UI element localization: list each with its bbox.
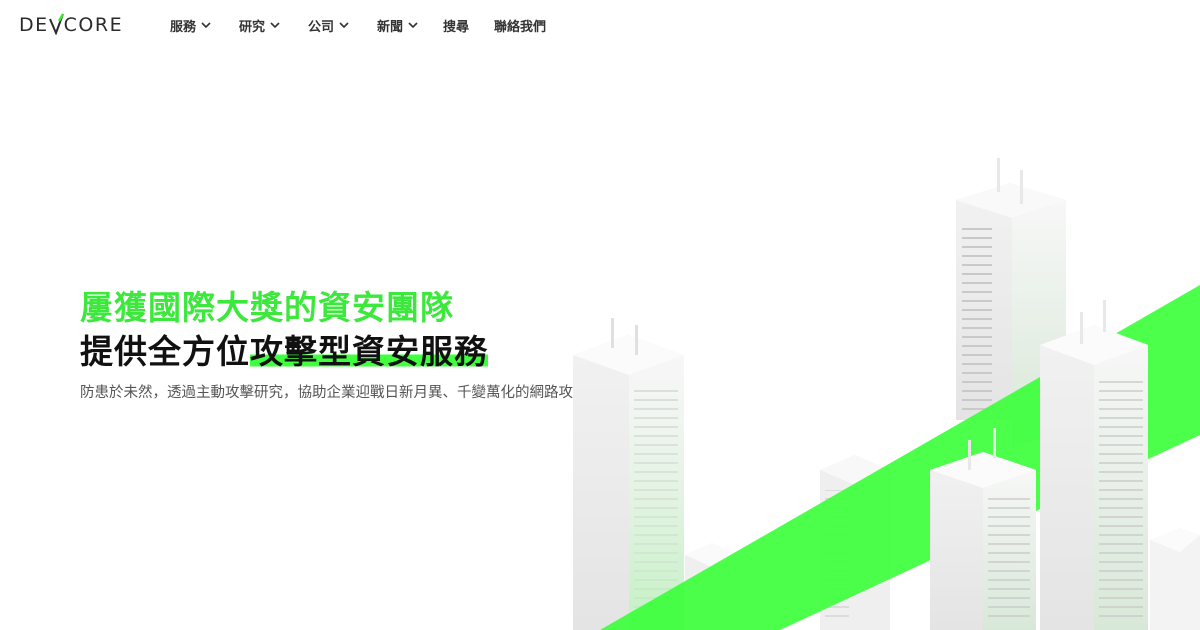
building-far-right [1150, 528, 1200, 630]
building-left [573, 318, 684, 630]
hero-title-line1: 屢獲國際大獎的資安團隊 [80, 288, 454, 327]
isometric-city-illustration [573, 158, 1200, 630]
nav-label: 研究 [239, 19, 266, 35]
nav-item-services[interactable]: 服務 [170, 14, 239, 36]
logo-text-right: CORE [63, 14, 124, 36]
main-nav: 服務 研究 公司 新聞 搜尋 聯絡我們 [170, 14, 546, 36]
nav-item-contact[interactable]: 聯絡我們 [494, 14, 546, 36]
hero-title-plain: 提供全方位 [80, 332, 250, 371]
top-navigation: DE CORE 服務 研究 公司 新聞 搜尋 聯絡我們 [0, 0, 1200, 50]
nav-item-research[interactable]: 研究 [239, 14, 308, 36]
hero-subtitle: 防患於未然，透過主動攻擊研究，協助企業迎戰日新月異、千變萬化的網路攻擊型態 [80, 385, 617, 401]
nav-label: 搜尋 [443, 19, 470, 35]
logo-check-v-icon [48, 13, 64, 35]
devcore-logo[interactable]: DE CORE [19, 13, 123, 37]
chevron-down-icon [339, 22, 349, 29]
nav-item-news[interactable]: 新聞 [377, 14, 443, 36]
nav-label: 聯絡我們 [494, 19, 547, 35]
logo-text-left: DE [19, 14, 49, 36]
nav-item-search[interactable]: 搜尋 [443, 14, 494, 36]
hero-title-line2: 提供全方位攻擊型資安服務 [80, 330, 488, 374]
building-front-right [1040, 300, 1148, 630]
nav-item-company[interactable]: 公司 [308, 14, 377, 36]
chevron-down-icon [408, 22, 418, 29]
hero-title-highlight: 攻擊型資安服務 [250, 332, 488, 371]
chevron-down-icon [270, 22, 280, 29]
nav-label: 服務 [170, 19, 197, 35]
chevron-down-icon [201, 22, 211, 29]
nav-label: 公司 [308, 19, 335, 35]
nav-label: 新聞 [377, 19, 404, 35]
